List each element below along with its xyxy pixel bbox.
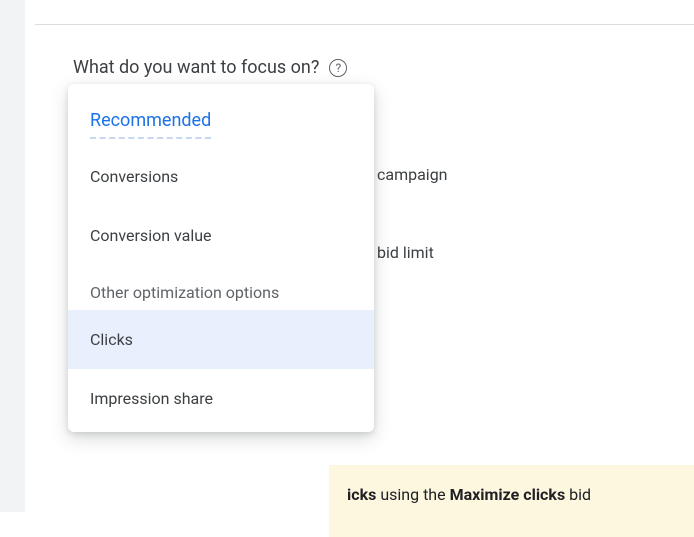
dropdown-item-impression-share[interactable]: Impression share bbox=[68, 369, 374, 428]
info-fragment-strategy: Maximize clicks bbox=[450, 485, 566, 504]
dropdown-item-conversions[interactable]: Conversions bbox=[68, 147, 374, 206]
info-fragment-suffix: bid bbox=[565, 485, 591, 504]
recommended-label: Recommended bbox=[90, 110, 211, 139]
question-row: What do you want to focus on? ? bbox=[73, 57, 347, 78]
info-strip: icks using the Maximize clicks bid bbox=[329, 465, 694, 537]
help-glyph: ? bbox=[336, 61, 342, 75]
dropdown-header-recommended: Recommended bbox=[68, 94, 374, 147]
left-rail bbox=[0, 0, 25, 512]
content-area: What do you want to focus on? ? campaign… bbox=[35, 25, 694, 512]
info-fragment-icks: icks bbox=[347, 485, 376, 504]
info-fragment-middle: using the bbox=[376, 485, 449, 504]
dropdown-header-other: Other optimization options bbox=[68, 265, 374, 310]
top-panel-border bbox=[35, 0, 694, 25]
focus-dropdown[interactable]: Recommended ConversionsConversion value … bbox=[68, 84, 374, 432]
question-text: What do you want to focus on? bbox=[73, 57, 319, 78]
help-icon[interactable]: ? bbox=[329, 59, 347, 77]
dropdown-item-clicks[interactable]: Clicks bbox=[68, 310, 374, 369]
background-text-campaign: campaign bbox=[377, 165, 448, 184]
dropdown-item-conversion-value[interactable]: Conversion value bbox=[68, 206, 374, 265]
background-text-bidlimit: bid limit bbox=[377, 243, 434, 262]
